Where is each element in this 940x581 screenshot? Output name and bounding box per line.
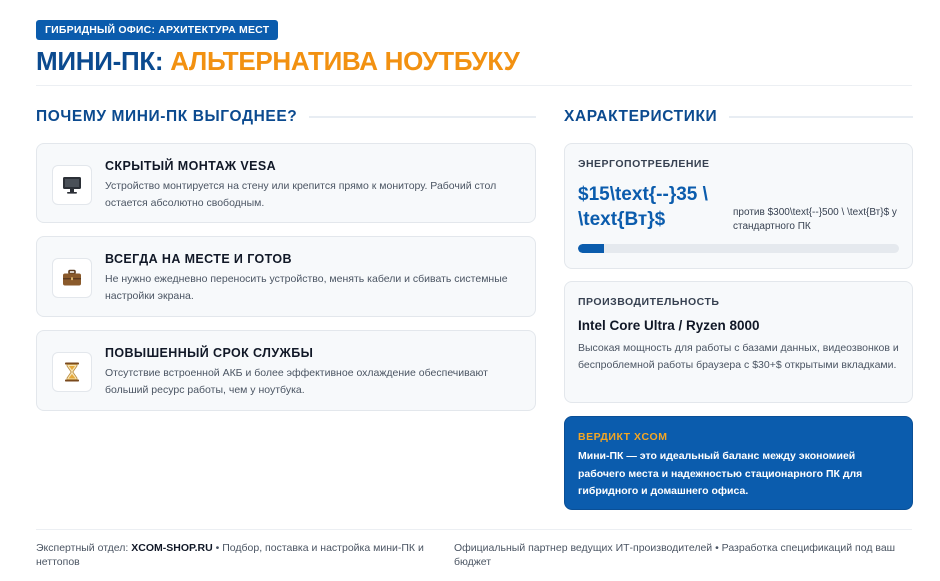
- verdict-text: Мини-ПК — это идеальный баланс между эко…: [578, 450, 863, 497]
- footer-divider: [36, 529, 912, 530]
- feature-title: СКРЫТЫЙ МОНТАЖ VESA: [105, 159, 277, 173]
- title-part-2: АЛЬТЕРНАТИВА НОУТБУКУ: [170, 46, 520, 76]
- footer-left: Экспертный отдел: XCOM-SHOP.RU • Подбор,…: [36, 541, 446, 569]
- category-badge: ГИБРИДНЫЙ ОФИС: АРХИТЕКТУРА МЕСТ: [36, 20, 279, 40]
- feature-description: Не нужно ежедневно переносить устройство…: [105, 273, 508, 302]
- heading-rule: [309, 116, 536, 118]
- page-header: ГИБРИДНЫЙ ОФИС: АРХИТЕКТУРА МЕСТ МИНИ-ПК…: [36, 20, 912, 76]
- monitor-icon: [52, 165, 92, 205]
- footer-brand-link[interactable]: XCOM-SHOP.RU: [131, 542, 212, 554]
- power-label: ЭНЕРГОПОТРЕБЛЕНИЕ: [578, 158, 710, 170]
- verdict-card: ВЕРДИКТ XCOM Мини-ПК — это идеальный бал…: [564, 416, 913, 510]
- power-value: $15\text{--}35 \ \text{Вт}$: [578, 184, 708, 230]
- power-progress-fill: [578, 244, 604, 253]
- feature-title: ПОВЫШЕННЫЙ СРОК СЛУЖБЫ: [105, 346, 314, 360]
- verdict-label: ВЕРДИКТ XCOM: [578, 431, 668, 443]
- power-progress-bar: [578, 244, 899, 253]
- performance-card: ПРОИЗВОДИТЕЛЬНОСТЬ Intel Core Ultra / Ry…: [564, 281, 913, 403]
- benefits-heading-text: ПОЧЕМУ МИНИ-ПК ВЫГОДНЕЕ?: [36, 108, 298, 125]
- power-card: ЭНЕРГОПОТРЕБЛЕНИЕ $15\text{--}35 \ \text…: [564, 143, 913, 269]
- performance-description: Высокая мощность для работы с базами дан…: [578, 342, 899, 371]
- footer-right: Официальный партнер ведущих ИТ-производи…: [454, 542, 896, 568]
- feature-card-ready: ВСЕГДА НА МЕСТЕ И ГОТОВ Не нужно ежеднев…: [36, 236, 536, 317]
- header-divider: [36, 85, 912, 86]
- specs-heading: ХАРАКТЕРИСТИКИ: [564, 108, 913, 126]
- specs-heading-text: ХАРАКТЕРИСТИКИ: [564, 108, 718, 125]
- page-title: МИНИ-ПК: АЛЬТЕРНАТИВА НОУТБУКУ: [36, 46, 912, 76]
- title-part-1: МИНИ-ПК:: [36, 46, 164, 76]
- briefcase-icon: [52, 258, 92, 298]
- benefits-heading: ПОЧЕМУ МИНИ-ПК ВЫГОДНЕЕ?: [36, 108, 536, 126]
- feature-title: ВСЕГДА НА МЕСТЕ И ГОТОВ: [105, 252, 292, 266]
- feature-card-lifetime: ПОВЫШЕННЫЙ СРОК СЛУЖБЫ Отсутствие встрое…: [36, 330, 536, 411]
- heading-rule: [729, 116, 913, 118]
- performance-label: ПРОИЗВОДИТЕЛЬНОСТЬ: [578, 296, 720, 308]
- feature-description: Устройство монтируется на стену или креп…: [105, 180, 497, 209]
- footer-prefix: Экспертный отдел:: [36, 542, 129, 554]
- feature-description: Отсутствие встроенной АКБ и более эффект…: [105, 367, 488, 396]
- hourglass-icon: [52, 352, 92, 392]
- power-compare: против $300\text{--}500 \ \text{Вт}$ у с…: [733, 207, 897, 232]
- feature-card-vesa: СКРЫТЫЙ МОНТАЖ VESA Устройство монтирует…: [36, 143, 536, 223]
- cpu-name: Intel Core Ultra / Ryzen 8000: [578, 318, 760, 333]
